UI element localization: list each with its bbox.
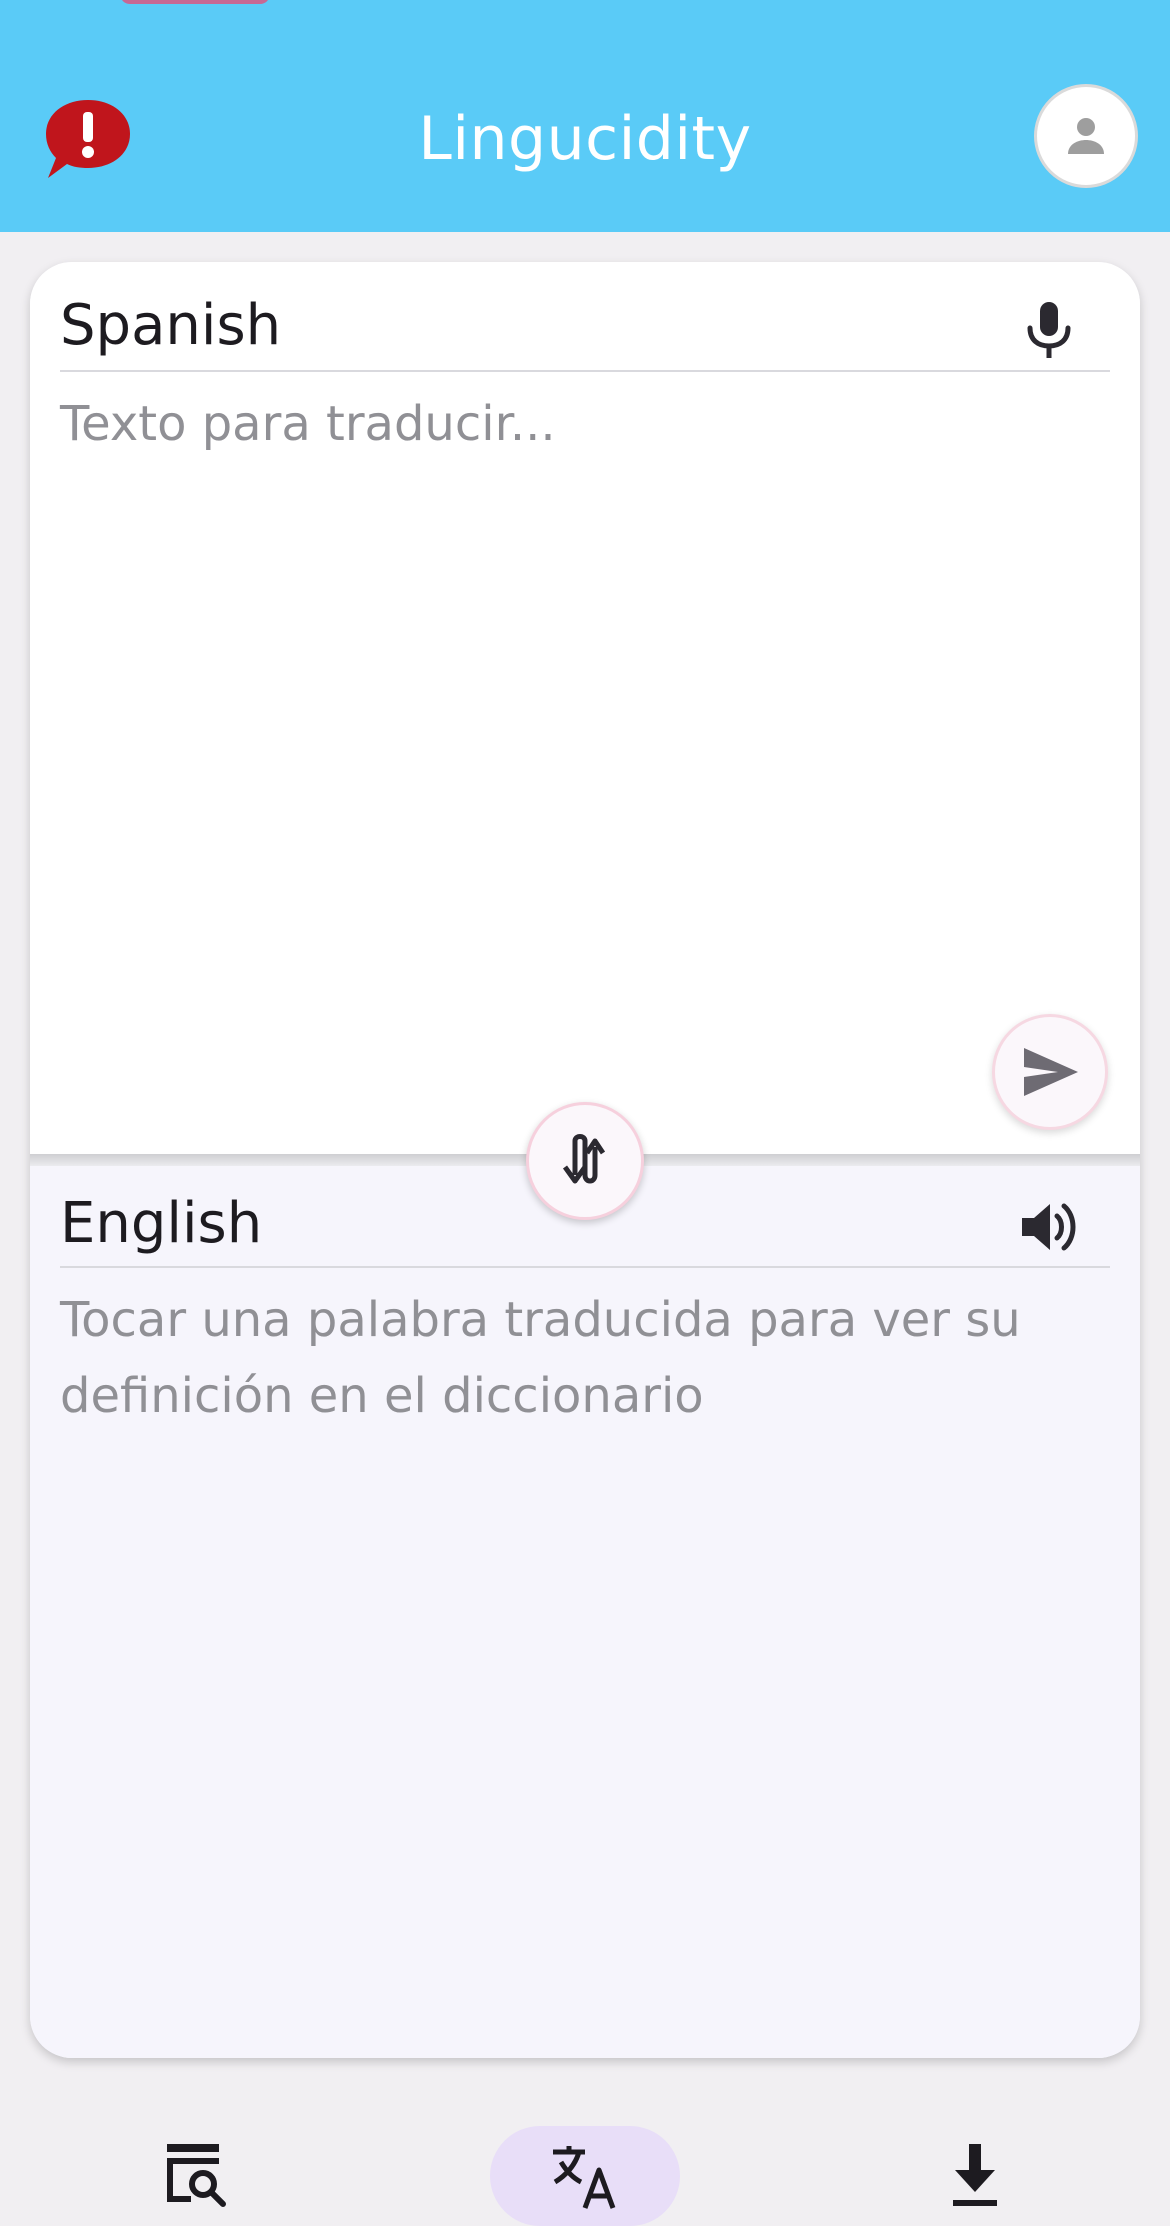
source-divider xyxy=(60,370,1110,372)
profile-button[interactable] xyxy=(1034,84,1138,188)
microphone-icon[interactable] xyxy=(1014,294,1084,364)
swap-languages-icon xyxy=(562,1134,606,1184)
nav-translate[interactable] xyxy=(490,2126,680,2226)
target-language-selector[interactable]: English xyxy=(60,1184,262,1264)
target-panel: English Tocar una palabra traducida para… xyxy=(30,1166,1140,2058)
status-indicator xyxy=(120,0,270,4)
download-icon xyxy=(953,2144,997,2206)
speaker-icon[interactable] xyxy=(1014,1192,1084,1262)
send-icon xyxy=(1024,1048,1078,1096)
source-text-input[interactable]: Texto para traducir... xyxy=(60,386,1110,462)
app-title: Lingucidity xyxy=(418,104,752,174)
app-bar: Lingucidity xyxy=(0,0,1170,232)
person-icon xyxy=(1068,118,1104,154)
nav-downloads[interactable] xyxy=(880,2126,1070,2212)
dictionary-search-icon xyxy=(167,2144,226,2207)
translate-icon xyxy=(553,2146,616,2209)
translation-output[interactable]: Tocar una palabra traducida para ver su … xyxy=(60,1282,1110,1434)
source-panel: Spanish Texto para traducir... xyxy=(30,262,1140,1154)
target-divider xyxy=(60,1266,1110,1268)
translate-send-button[interactable] xyxy=(992,1014,1108,1130)
nav-dictionary[interactable] xyxy=(100,2126,290,2212)
source-language-selector[interactable]: Spanish xyxy=(60,286,281,366)
swap-languages-button[interactable] xyxy=(526,1102,644,1220)
bottom-navigation xyxy=(0,2100,1170,2226)
